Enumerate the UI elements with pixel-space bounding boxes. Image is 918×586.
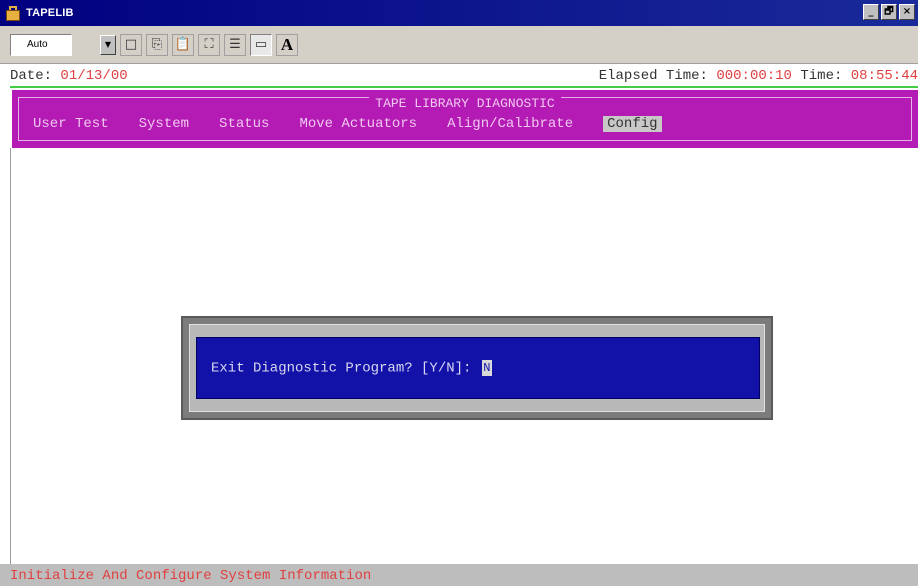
elapsed-value: 000:00:10 (716, 68, 792, 84)
title-bar[interactable]: TAPELIB _ 🗗 × (0, 0, 918, 26)
font-icon[interactable]: A (276, 33, 298, 56)
menu-item-system[interactable]: System (139, 116, 189, 132)
status-bar: Initialize And Configure System Informat… (0, 564, 918, 586)
dialog-content: Exit Diagnostic Program? [Y/N]: N (196, 337, 760, 399)
blank-page-icon[interactable]: □ (120, 33, 142, 56)
time-label: Time: (791, 68, 851, 84)
time-value: 08:55:44 (850, 68, 918, 84)
font-size-dropdown-button[interactable]: ▼ (100, 34, 116, 55)
menu-item-status[interactable]: Status (219, 116, 269, 132)
date-value: 01/13/00 (60, 68, 128, 84)
menu-bar: User Test System Status Move Actuators A… (33, 116, 692, 132)
date-display: Date: 01/13/00 (10, 68, 128, 84)
copy-icon[interactable]: ⎘ (146, 33, 168, 56)
info-line: Date: 01/13/00 Elapsed Time: 000:00:10 T… (10, 66, 918, 88)
menu-item-move-actuators[interactable]: Move Actuators (299, 116, 417, 132)
properties-icon[interactable]: ☰ (224, 33, 246, 56)
yn-input[interactable]: N (481, 360, 492, 376)
minimize-button[interactable]: _ (863, 4, 879, 20)
dialog-frame: Exit Diagnostic Program? [Y/N]: N (189, 324, 765, 412)
close-button[interactable]: × (899, 4, 915, 20)
menu-item-config[interactable]: Config (603, 116, 662, 132)
window-controls: _ 🗗 × (863, 4, 915, 20)
menu-item-align-calibrate[interactable]: Align/Calibrate (447, 116, 573, 132)
window-title: TAPELIB (26, 7, 74, 19)
menu-item-user-test[interactable]: User Test (33, 116, 109, 132)
menu-panel: TAPE LIBRARY DIAGNOSTIC User Test System… (12, 90, 918, 148)
window-icon[interactable]: ▭ (250, 33, 272, 56)
exit-dialog: Exit Diagnostic Program? [Y/N]: N (181, 316, 773, 420)
date-label: Date: (10, 68, 61, 84)
menu-frame: TAPE LIBRARY DIAGNOSTIC User Test System… (18, 96, 912, 141)
time-display: Elapsed Time: 000:00:10 Time: 08:55:44 (599, 68, 918, 84)
toolbar: Auto ▼ □ ⎘ 📋 ⛶ ☰ ▭ A (0, 26, 918, 64)
app-icon (4, 4, 22, 22)
font-size-select[interactable]: Auto (10, 33, 72, 56)
maximize-button[interactable]: 🗗 (881, 4, 897, 20)
paste-icon[interactable]: 📋 (172, 33, 194, 56)
menu-title: TAPE LIBRARY DIAGNOSTIC (19, 96, 911, 111)
dialog-prompt: Exit Diagnostic Program? [Y/N]: N (211, 360, 492, 377)
elapsed-label: Elapsed Time: (598, 68, 717, 84)
full-screen-icon[interactable]: ⛶ (198, 33, 220, 56)
exit-prompt-text: Exit Diagnostic Program? [Y/N]: (211, 360, 480, 377)
